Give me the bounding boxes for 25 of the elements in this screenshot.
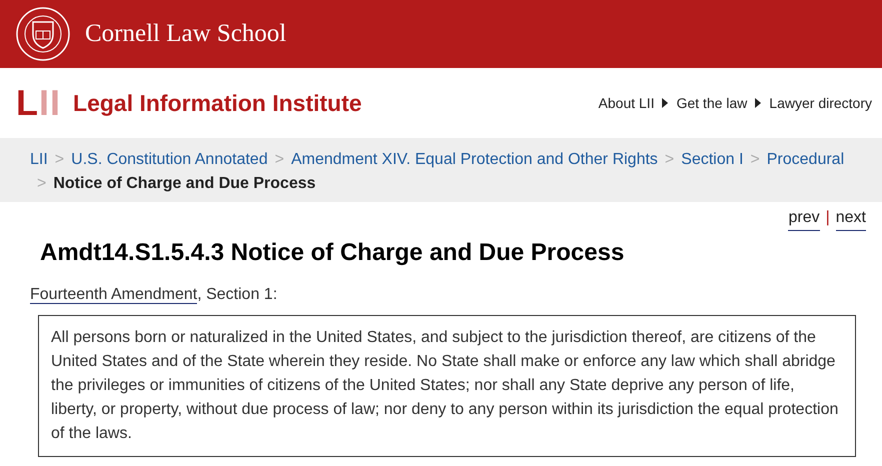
breadcrumb-link[interactable]: U.S. Constitution Annotated	[71, 148, 268, 172]
source-line: Fourteenth Amendment, Section 1:	[29, 285, 278, 306]
school-name[interactable]: Cornell Law School	[85, 15, 286, 53]
lii-logo[interactable]: LII	[16, 85, 62, 121]
next-link[interactable]: next	[836, 206, 866, 231]
breadcrumb-separator: >	[664, 150, 674, 170]
breadcrumb-link[interactable]: LII	[30, 148, 48, 172]
nav-link[interactable]: About LII	[598, 92, 654, 114]
institute-name[interactable]: Legal Information Institute	[73, 86, 362, 120]
breadcrumb-separator: >	[37, 174, 46, 194]
breadcrumb-link[interactable]: Amendment XIV. Equal Protection and Other Rights	[291, 148, 658, 172]
current-page-label: Notice of Charge and Due Process	[53, 174, 316, 194]
breadcrumb-separator: >	[54, 150, 64, 170]
pager-divider: |	[826, 208, 830, 228]
nav-link[interactable]: Lawyer directory	[769, 92, 872, 114]
quote-text: All persons born or naturalized in the United States, and subject to the jurisdiction thereof, are citizens of the United States and of the State wherein they reside. No State shall make or enforce any law which shall abridge the privileges or immunities of citizens of the United States; nor shall any State deprive any person of life, liberty, or property, without due process of law; nor deny to any person within its jurisdiction the equal protection of the laws.	[51, 328, 840, 444]
breadcrumb-link[interactable]: Section I	[681, 148, 744, 172]
breadcrumb-link[interactable]: Procedural	[766, 148, 844, 172]
page-title: Amdt14.S1.5.4.3 Notice of Charge and Due Process	[39, 238, 626, 268]
breadcrumb-separator: >	[750, 150, 760, 170]
nav-link[interactable]: Get the law	[676, 92, 748, 114]
breadcrumb-separator: >	[274, 150, 284, 170]
amendment-link[interactable]: Fourteenth Amendment	[30, 286, 198, 304]
prev-link[interactable]: prev	[788, 206, 820, 231]
seal-icon[interactable]	[15, 6, 71, 62]
